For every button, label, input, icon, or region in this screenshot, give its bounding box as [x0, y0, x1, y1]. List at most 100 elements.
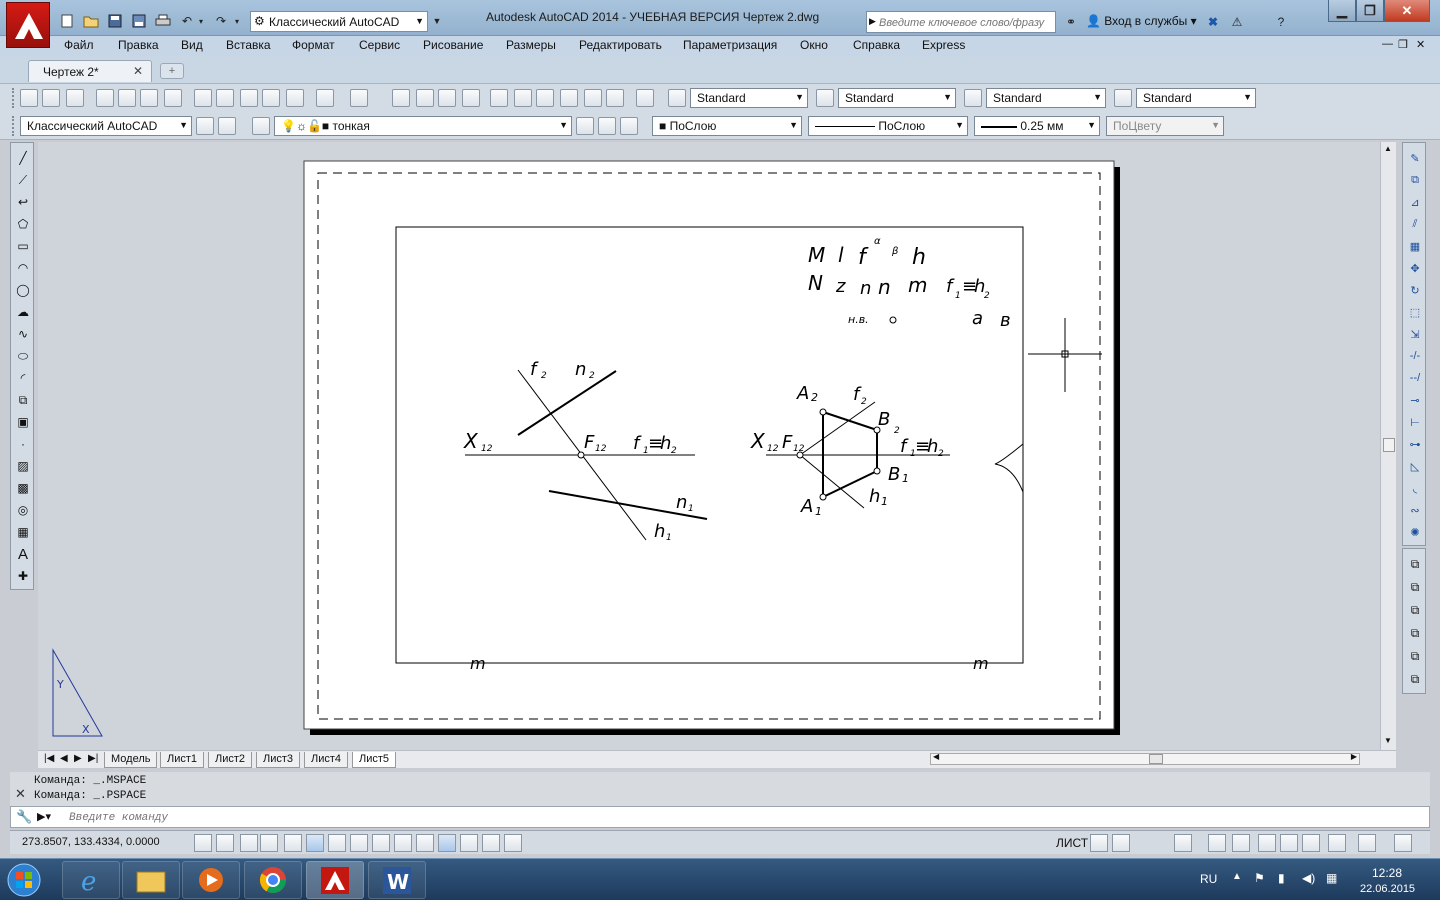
- gradient-icon[interactable]: ▩: [14, 479, 32, 497]
- fillet-icon[interactable]: ◟: [1406, 479, 1424, 497]
- dim-style-dropdown[interactable]: Standard ▼: [838, 88, 956, 108]
- isolate-objects-icon[interactable]: [1328, 834, 1346, 852]
- polyline-icon[interactable]: ↩: [14, 193, 32, 211]
- sign-in-button[interactable]: 👤 Вход в службы ▾: [1086, 14, 1197, 28]
- exchange-icon[interactable]: ✖: [1204, 13, 1222, 31]
- customize-command-icon[interactable]: 🔧: [16, 809, 32, 825]
- clock-date[interactable]: 22.06.2015: [1360, 883, 1415, 895]
- break-icon[interactable]: ⊢: [1406, 413, 1424, 431]
- new-file-icon[interactable]: [58, 12, 76, 30]
- workspace-dropdown[interactable]: ⚙ Классический AutoCAD ▼: [250, 11, 428, 32]
- copy-object-icon[interactable]: ⧉: [1406, 171, 1424, 189]
- insert-block-icon[interactable]: ⧉: [14, 391, 32, 409]
- doc-minimize-icon[interactable]: —: [1382, 38, 1393, 50]
- chamfer-icon[interactable]: ◺: [1406, 457, 1424, 475]
- taskbar-media-player[interactable]: [182, 861, 240, 899]
- start-button[interactable]: [4, 861, 50, 899]
- transparency-toggle-icon[interactable]: [438, 834, 456, 852]
- scroll-down-icon[interactable]: ▼: [1384, 736, 1392, 745]
- menu-view[interactable]: Вид: [181, 38, 203, 52]
- menu-draw[interactable]: Рисование: [423, 38, 483, 52]
- search-input[interactable]: [879, 15, 1053, 30]
- tab-drawing-2[interactable]: Чертеж 2* ✕: [28, 60, 152, 82]
- taskbar-ie[interactable]: e: [62, 861, 120, 899]
- flag-icon[interactable]: ⚑: [1254, 871, 1265, 885]
- circle-icon[interactable]: ◯: [14, 281, 32, 299]
- offset-icon[interactable]: ⫽: [1406, 215, 1424, 233]
- color-dropdown[interactable]: ■ ПоСлою ▼: [652, 116, 802, 136]
- help-icon[interactable]: [636, 89, 654, 107]
- clock-time[interactable]: 12:28: [1372, 866, 1402, 880]
- quick-calc-icon[interactable]: [606, 89, 624, 107]
- rectangle-icon[interactable]: ▭: [14, 237, 32, 255]
- extend-icon[interactable]: --/: [1406, 369, 1424, 387]
- text-style-icon[interactable]: [668, 89, 686, 107]
- menu-dimension[interactable]: Размеры: [506, 38, 556, 52]
- network-icon[interactable]: ▮: [1278, 871, 1285, 885]
- show-hidden-icons-icon[interactable]: ▲: [1232, 871, 1242, 882]
- plot-preview-icon[interactable]: [118, 89, 136, 107]
- lineweight-dropdown[interactable]: 0.25 мм ▼: [974, 116, 1100, 136]
- make-block-icon[interactable]: ▣: [14, 413, 32, 431]
- undo-dropdown-icon[interactable]: ▾: [196, 12, 206, 30]
- tab-layout5[interactable]: Лист5: [352, 752, 397, 768]
- ellipse-arc-icon[interactable]: ◜: [14, 369, 32, 387]
- scroll-left-icon[interactable]: ◀: [933, 752, 939, 761]
- join-icon[interactable]: ⊶: [1406, 435, 1424, 453]
- dynamic-ucs-icon[interactable]: [372, 834, 390, 852]
- spline-icon[interactable]: ∿: [14, 325, 32, 343]
- save-icon[interactable]: [106, 12, 124, 30]
- mleader-style-icon[interactable]: [1114, 89, 1132, 107]
- move-icon[interactable]: ✥: [1406, 259, 1424, 277]
- break-at-point-icon[interactable]: ⊸: [1406, 391, 1424, 409]
- trim-icon[interactable]: -/-: [1406, 347, 1424, 365]
- layer-dropdown[interactable]: 💡☼🔓■ тонкая ▼: [274, 116, 572, 136]
- tab-layout1[interactable]: Лист1: [160, 752, 205, 768]
- ortho-mode-icon[interactable]: [260, 834, 278, 852]
- workspace-switching-icon[interactable]: [1258, 834, 1276, 852]
- command-line[interactable]: 🔧 ▶▾: [10, 806, 1430, 828]
- quick-view-drawings-icon[interactable]: [1112, 834, 1130, 852]
- zoom-window-icon[interactable]: [438, 89, 456, 107]
- publish-3d-icon[interactable]: [164, 89, 182, 107]
- table-style-icon[interactable]: [964, 89, 982, 107]
- arc-icon[interactable]: ◠: [14, 259, 32, 277]
- hscroll-thumb[interactable]: [1149, 754, 1163, 764]
- undo-icon[interactable]: [316, 89, 334, 107]
- plot-icon[interactable]: [96, 89, 114, 107]
- block-editor-icon[interactable]: [286, 89, 304, 107]
- menu-file[interactable]: Файл: [64, 38, 94, 52]
- layer-previous-icon[interactable]: [598, 117, 616, 135]
- paper-space-drawing[interactable]: M l f α β h N z n n m f 1 ≡ h 2 н.в. a в: [38, 142, 1380, 750]
- properties-icon[interactable]: [490, 89, 508, 107]
- polar-tracking-icon[interactable]: [284, 834, 302, 852]
- annotation-monitor-icon[interactable]: [504, 834, 522, 852]
- action-center-icon[interactable]: ▦: [1326, 871, 1337, 885]
- mleader-style-dropdown[interactable]: Standard ▼: [1136, 88, 1256, 108]
- rotate-icon[interactable]: ↻: [1406, 281, 1424, 299]
- help-icon[interactable]: ?: [1272, 13, 1290, 31]
- first-tab-icon[interactable]: |◀: [44, 753, 54, 764]
- taskbar-chrome[interactable]: [244, 861, 302, 899]
- hatch-icon[interactable]: ▨: [14, 457, 32, 475]
- tab-model[interactable]: Модель: [104, 752, 158, 768]
- table-icon[interactable]: ▦: [14, 523, 32, 541]
- zoom-realtime-icon[interactable]: [416, 89, 434, 107]
- workspace-toolbar-dropdown[interactable]: Классический AutoCAD ▼: [20, 116, 192, 136]
- taskbar-explorer[interactable]: [122, 861, 180, 899]
- dynamic-input-icon[interactable]: [394, 834, 412, 852]
- paper-space-label[interactable]: ЛИСТ: [1056, 836, 1088, 850]
- volume-icon[interactable]: ◀): [1302, 871, 1315, 885]
- close-tab-icon[interactable]: ✕: [133, 64, 143, 78]
- workspace-settings-icon[interactable]: [196, 117, 214, 135]
- menu-express[interactable]: Express: [922, 38, 965, 52]
- pan-icon[interactable]: [392, 89, 410, 107]
- infer-constraints-icon[interactable]: [194, 834, 212, 852]
- toolbar-grip[interactable]: [12, 116, 16, 136]
- menu-parametric[interactable]: Параметризация: [683, 38, 777, 52]
- undo-icon[interactable]: ↶: [178, 12, 196, 30]
- match-properties-icon[interactable]: [262, 89, 280, 107]
- menu-insert[interactable]: Вставка: [226, 38, 271, 52]
- qnew-icon[interactable]: [20, 89, 38, 107]
- workspace-lock-icon[interactable]: [218, 117, 236, 135]
